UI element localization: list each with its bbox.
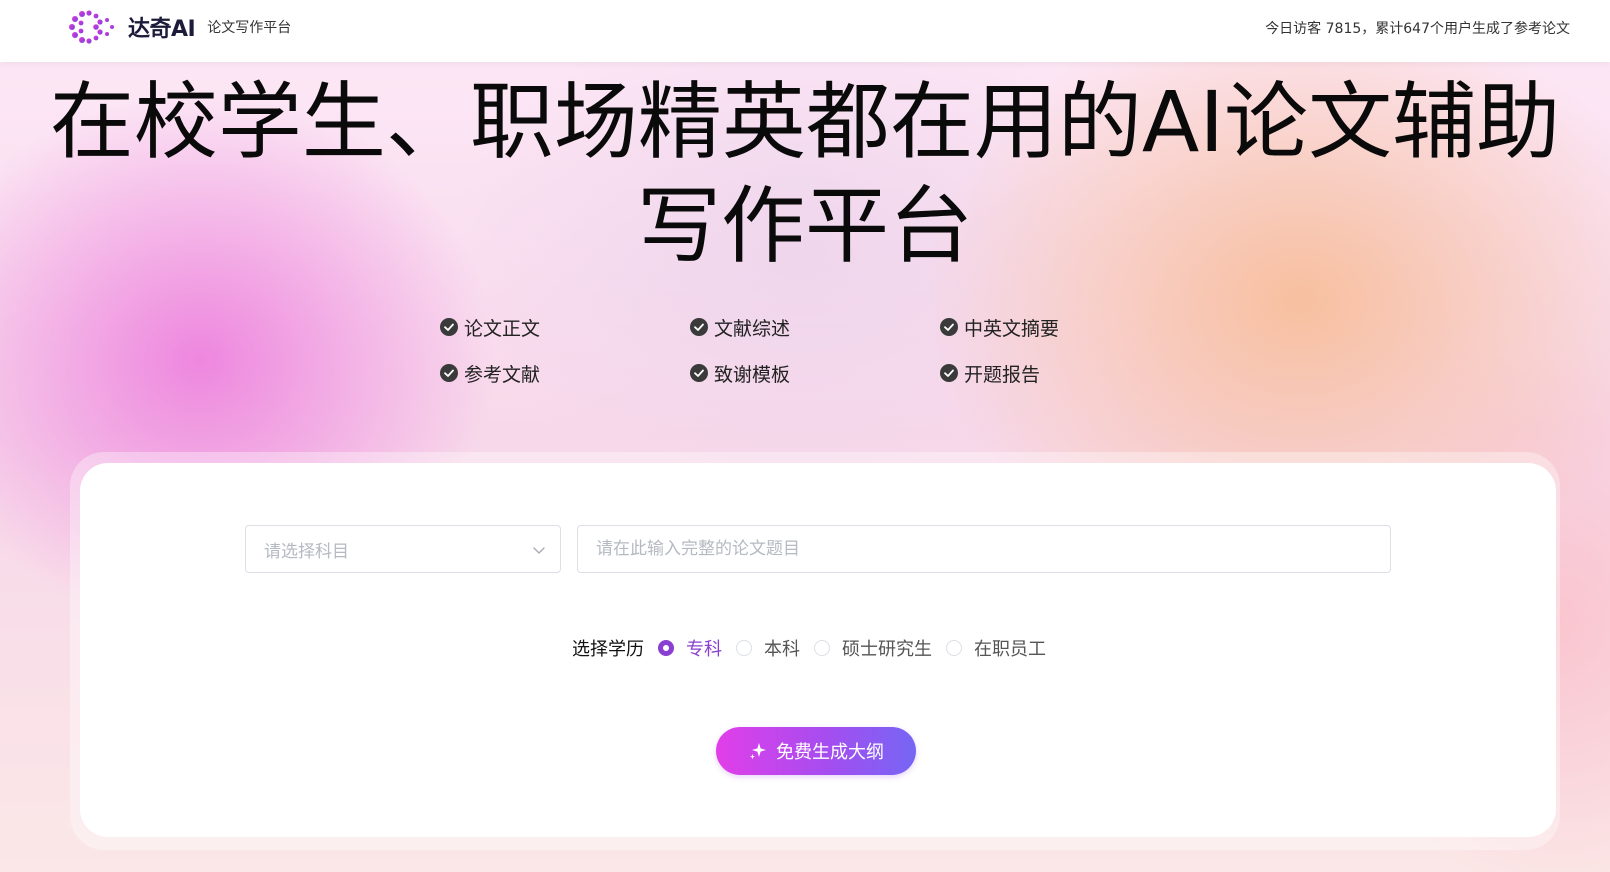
hero-title-line-1: 在校学生、职场精英都在用的AI论文辅助 xyxy=(49,73,1561,171)
feature-item: 开题报告 xyxy=(940,361,1190,386)
hero-title-line-2: 写作平台 xyxy=(636,177,973,275)
check-circle-icon xyxy=(940,364,958,382)
check-circle-icon xyxy=(690,364,708,382)
feature-label: 中英文摘要 xyxy=(964,317,1060,340)
feature-list: 论文正文 文献综述 中英文摘要 参考文献 致谢模板 开题报告 xyxy=(440,315,1200,386)
hero-title: 在校学生、职场精英都在用的AI论文辅助 写作平台 xyxy=(0,70,1610,278)
subject-select-placeholder: 请选择科目 xyxy=(264,541,349,562)
radio-unselected-icon xyxy=(814,640,830,656)
check-circle-icon xyxy=(440,364,458,382)
education-label: 选择学历 xyxy=(572,639,644,660)
visitor-stats: 今日访客 7815，累计647个用户生成了参考论文 xyxy=(1265,21,1570,37)
chevron-down-icon xyxy=(533,547,545,554)
education-option-employee[interactable]: 在职员工 xyxy=(946,635,1046,661)
feature-item: 论文正文 xyxy=(440,315,690,340)
education-radio-group: 选择学历 专科 本科 硕士研究生 在职员工 xyxy=(572,635,1060,661)
education-option-master[interactable]: 硕士研究生 xyxy=(814,635,932,661)
feature-item: 致谢模板 xyxy=(690,361,940,386)
education-option-label: 专科 xyxy=(686,639,722,660)
feature-item: 参考文献 xyxy=(440,361,690,386)
education-option-benke[interactable]: 本科 xyxy=(736,635,800,661)
feature-label: 参考文献 xyxy=(464,363,541,386)
top-header: 达奇AI 论文写作平台 今日访客 7815，累计647个用户生成了参考论文 xyxy=(0,0,1610,62)
radio-unselected-icon xyxy=(736,640,752,656)
generate-button-label: 免费生成大纲 xyxy=(776,742,884,763)
education-option-zhuanke[interactable]: 专科 xyxy=(658,635,722,661)
brand-logo-icon xyxy=(69,10,114,44)
feature-label: 开题报告 xyxy=(964,363,1041,386)
subject-select[interactable]: 请选择科目 xyxy=(245,525,561,573)
brand[interactable]: 达奇AI 论文写作平台 xyxy=(68,10,291,44)
brand-tagline: 论文写作平台 xyxy=(207,20,292,36)
feature-label: 文献综述 xyxy=(714,317,791,340)
education-option-label: 本科 xyxy=(764,639,800,660)
form-card: 请选择科目 选择学历 专科 本科 硕士研究生 在职员工 免费生成大纲 xyxy=(80,463,1556,837)
feature-label: 论文正文 xyxy=(464,317,541,340)
feature-label: 致谢模板 xyxy=(714,363,791,386)
check-circle-icon xyxy=(440,318,458,336)
brand-name: 达奇AI xyxy=(128,17,196,42)
radio-selected-icon xyxy=(658,640,674,656)
education-option-label: 在职员工 xyxy=(974,639,1046,660)
radio-unselected-icon xyxy=(946,640,962,656)
generate-outline-button[interactable]: 免费生成大纲 xyxy=(716,727,916,775)
paper-title-input[interactable] xyxy=(577,525,1391,573)
check-circle-icon xyxy=(940,318,958,336)
feature-item: 文献综述 xyxy=(690,315,940,340)
sparkle-icon xyxy=(750,743,766,760)
education-option-label: 硕士研究生 xyxy=(842,639,932,660)
check-circle-icon xyxy=(690,318,708,336)
feature-item: 中英文摘要 xyxy=(940,315,1190,340)
